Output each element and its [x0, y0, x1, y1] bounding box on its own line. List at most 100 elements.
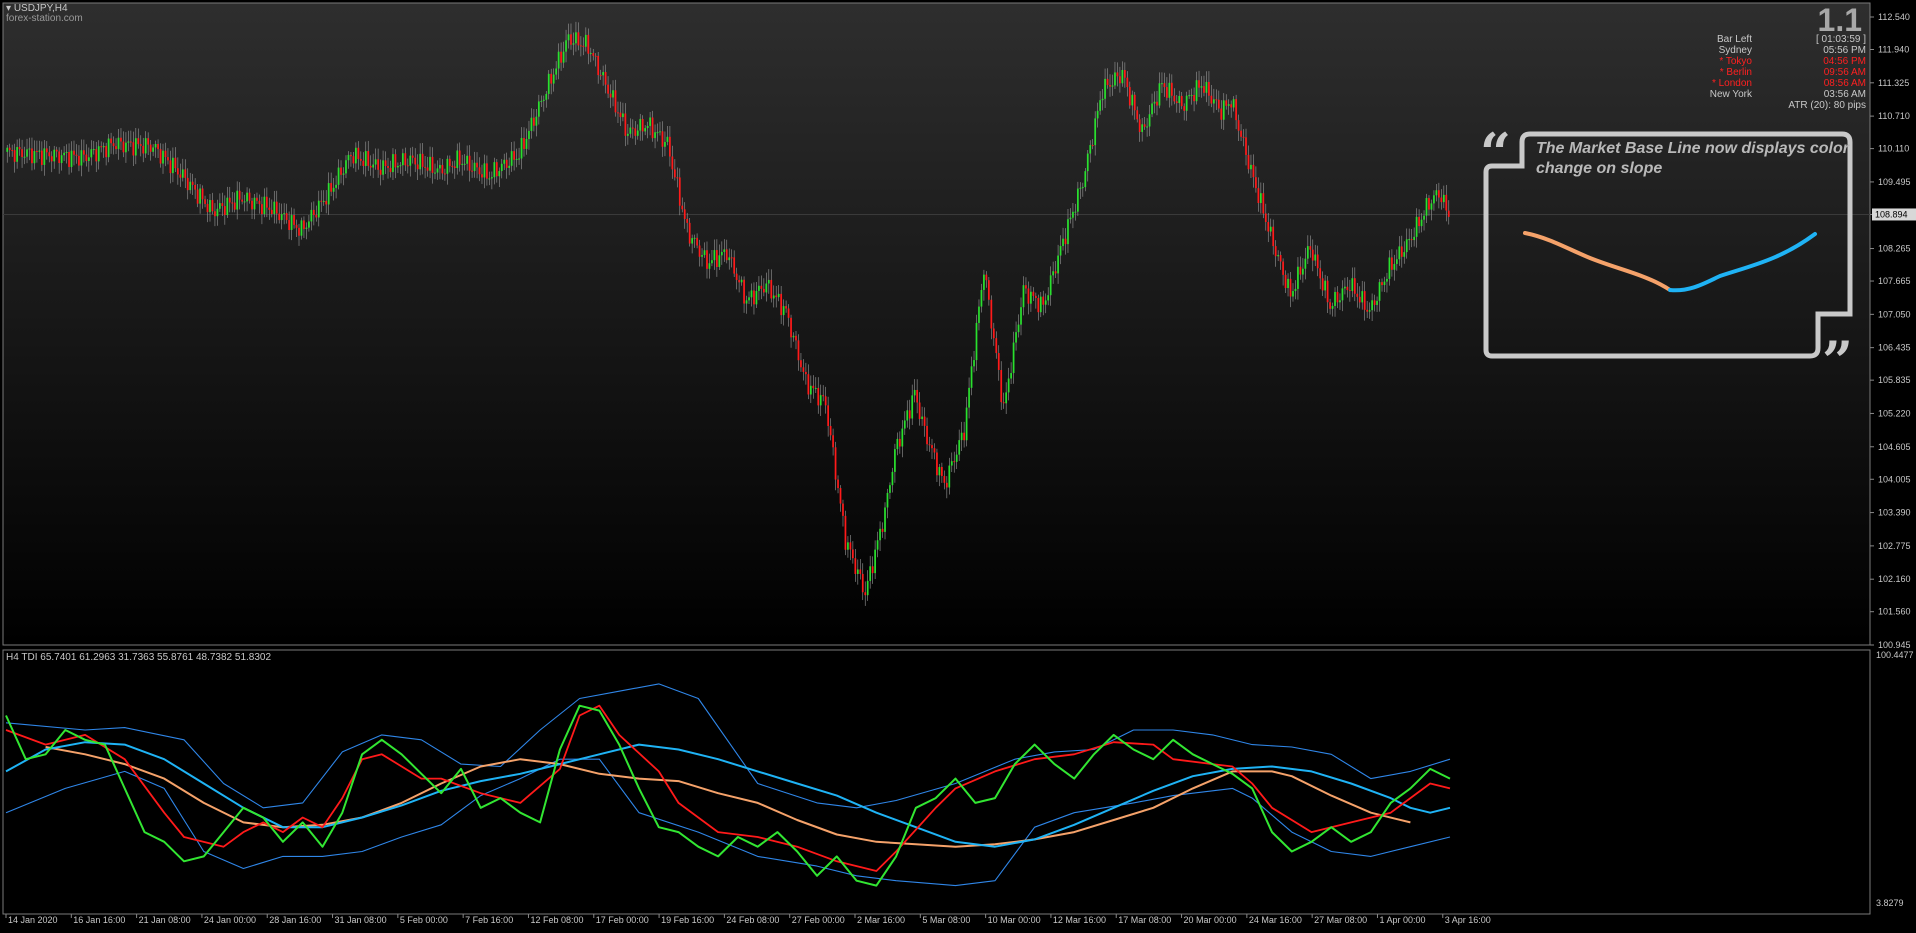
candle-body: [293, 215, 295, 225]
candle-body: [634, 128, 637, 136]
candle-body: [1077, 188, 1079, 212]
candle-body: [570, 34, 572, 45]
time-tick-label: 12 Feb 08:00: [530, 915, 583, 925]
candle-body: [468, 155, 471, 171]
candle-body: [214, 211, 216, 217]
candle-body: [755, 290, 758, 305]
price-tick-label: 105.220: [1878, 408, 1911, 418]
candle-body: [426, 167, 429, 171]
candle-body: [1116, 72, 1119, 77]
candle-body: [1418, 216, 1420, 227]
candle-body: [65, 151, 68, 153]
candle-body: [1000, 369, 1003, 403]
candle-body: [471, 170, 473, 172]
candle-body: [772, 295, 775, 299]
candle-body: [347, 154, 350, 161]
candle-body: [646, 125, 649, 129]
candle-body: [886, 492, 889, 508]
candle-body: [310, 209, 313, 222]
candle-body: [575, 32, 577, 44]
candle-body: [283, 213, 286, 215]
candle-body: [931, 445, 933, 449]
candle-body: [686, 218, 689, 223]
session-row: Bar Left [ 01:03:59 ]: [1700, 34, 1866, 45]
candle-body: [209, 200, 211, 213]
candle-body: [320, 200, 323, 202]
price-tick-label: 105.835: [1878, 375, 1911, 385]
candle-body: [167, 157, 169, 161]
time-tick-label: 20 Mar 00:00: [1184, 915, 1237, 925]
candle-body: [236, 190, 239, 210]
candle-body: [219, 203, 221, 209]
candle-body: [357, 147, 360, 160]
candle-body: [1185, 95, 1188, 111]
candle-body: [169, 160, 172, 174]
candle-body: [157, 143, 159, 150]
candle-body: [980, 289, 983, 307]
candle-body: [599, 75, 602, 77]
candle-body: [253, 197, 256, 210]
candle-body: [1388, 257, 1391, 279]
session-row: * Berlin 09:56 AM: [1700, 67, 1866, 78]
candle-body: [631, 127, 634, 129]
candle-body: [1047, 295, 1050, 301]
candle-body: [819, 395, 822, 406]
candle-body: [315, 214, 318, 218]
candle-body: [191, 181, 194, 185]
candle-body: [73, 150, 75, 155]
candle-body: [1198, 80, 1200, 88]
candle-body: [869, 566, 872, 581]
candle-body: [520, 137, 523, 159]
candle-body: [1131, 94, 1134, 106]
candle-body: [505, 159, 508, 168]
candle-body: [1336, 291, 1339, 303]
candle-body: [577, 32, 580, 46]
candle-body: [706, 250, 708, 269]
candle-body: [508, 165, 511, 168]
candle-body: [723, 249, 726, 252]
candle-body: [896, 438, 899, 450]
candle-body: [392, 154, 394, 173]
candle-body: [164, 150, 167, 158]
candle-body: [683, 209, 686, 219]
session-info-panel: Bar Left[ 01:03:59 ] Sydney 05:56 PM * Toky…: [1700, 34, 1866, 111]
time-tick-label: 27 Mar 08:00: [1314, 915, 1367, 925]
candle-body: [40, 150, 43, 165]
time-tick-label: 14 Jan 2020: [8, 915, 58, 925]
session-value: 04:56 PM: [1823, 56, 1866, 67]
candle-body: [1398, 246, 1401, 260]
price-tick-label: 104.605: [1878, 442, 1911, 452]
price-tick-label: 107.050: [1878, 309, 1911, 319]
candle-body: [911, 395, 914, 419]
candle-body: [1062, 238, 1064, 247]
candle-body: [1106, 78, 1109, 86]
candle-body: [303, 220, 305, 229]
candle-body: [78, 155, 80, 166]
open-quote-icon: “: [1480, 121, 1511, 185]
candle-body: [733, 257, 736, 274]
candle-body: [55, 149, 58, 152]
candle-body: [1311, 249, 1314, 261]
candle-body: [807, 374, 810, 395]
candle-body: [1086, 153, 1089, 172]
candle-body: [268, 207, 271, 210]
candle-body: [614, 90, 617, 113]
candle-body: [16, 147, 18, 162]
candle-body: [978, 306, 980, 323]
time-tick-label: 21 Jan 08:00: [139, 915, 191, 925]
candle-body: [898, 438, 901, 447]
candle-body: [955, 454, 958, 462]
candle-body: [1316, 254, 1319, 269]
candle-body: [256, 197, 258, 201]
candle-body: [1195, 80, 1198, 102]
candle-body: [478, 167, 481, 175]
candle-body: [547, 73, 550, 94]
candle-body: [1334, 291, 1336, 306]
candle-body: [913, 389, 916, 396]
candle-body: [18, 147, 21, 150]
candle-body: [246, 192, 248, 202]
candle-body: [280, 214, 283, 221]
candle-body: [85, 154, 88, 162]
candle-body: [1346, 286, 1349, 291]
candle-body: [597, 55, 600, 76]
